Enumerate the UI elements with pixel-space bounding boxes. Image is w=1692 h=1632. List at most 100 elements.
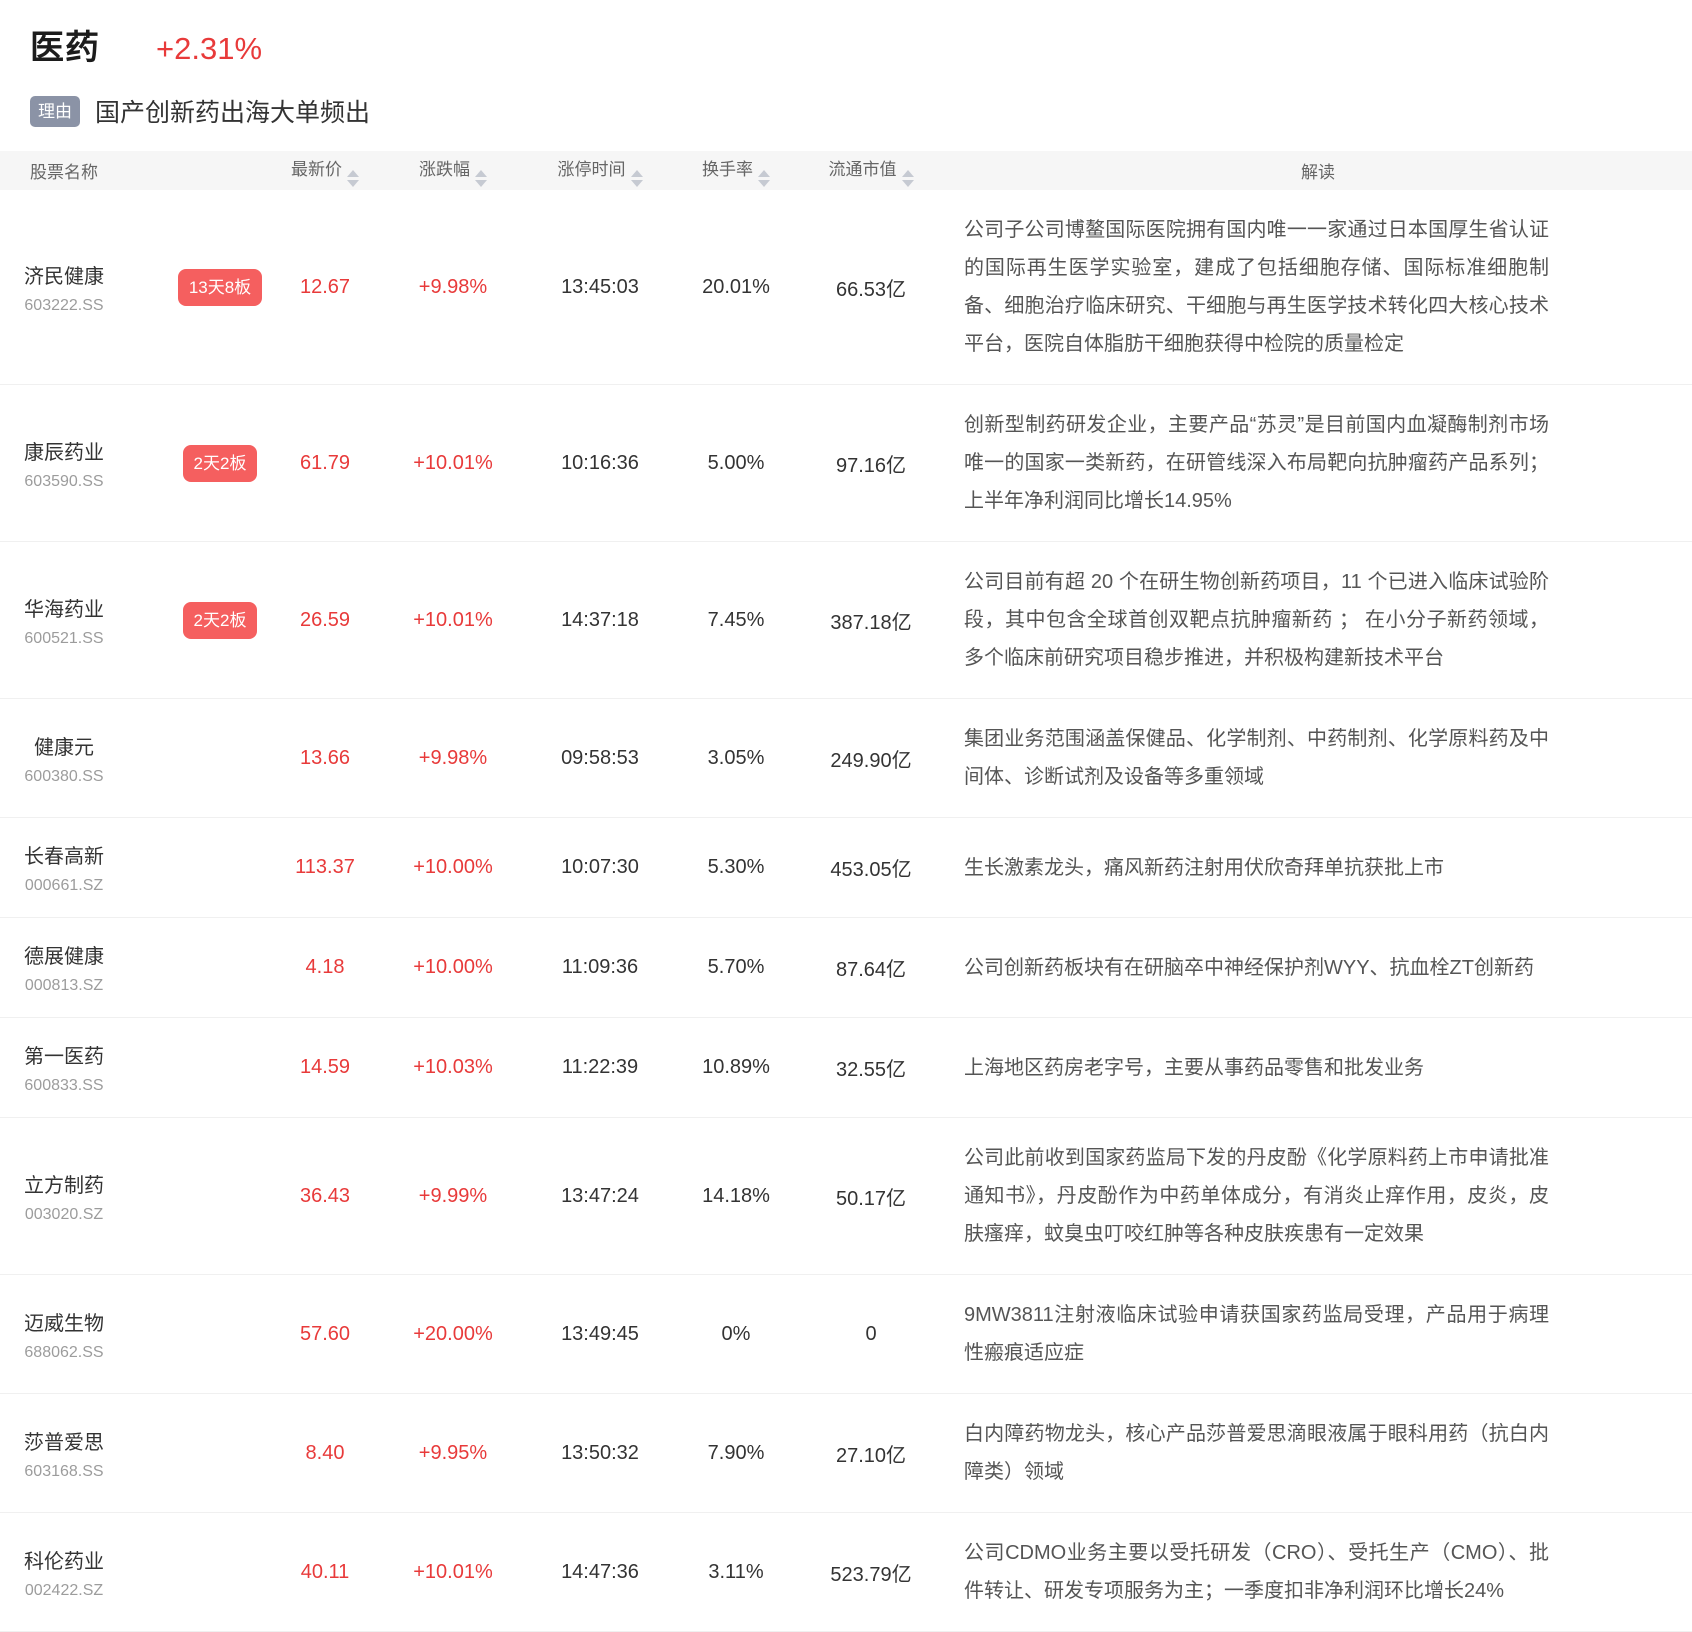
- latest-price: 13.66: [270, 747, 380, 770]
- table-row[interactable]: 第一医药600833.SS 14.59 +10.03% 11:22:39 10.…: [0, 1018, 1692, 1118]
- latest-price: 61.79: [270, 452, 380, 475]
- interpretation: 公司创新药板块有在研脑卒中神经保护剂WYY、抗血栓ZT创新药: [964, 949, 1549, 987]
- market-cap: 0: [798, 1323, 944, 1346]
- change-percent: +10.00%: [380, 956, 526, 979]
- sector-title: 医药: [30, 20, 100, 69]
- limit-up-badge: 13天8板: [178, 269, 262, 306]
- sort-icon[interactable]: [475, 170, 487, 187]
- limit-up-badge-cell: 2天2板: [170, 602, 270, 639]
- stock-table-body: 济民健康603222.SS 13天8板 12.67 +9.98% 13:45:0…: [0, 190, 1692, 1632]
- latest-price: 14.59: [270, 1056, 380, 1079]
- stock-name-cell: 德展健康 000813.SZ: [0, 940, 170, 995]
- table-row[interactable]: 立方制药003020.SZ 36.43 +9.99% 13:47:24 14.1…: [0, 1118, 1692, 1275]
- limit-up-time: 13:47:24: [526, 1185, 674, 1208]
- stock-name[interactable]: 科伦药业: [24, 1545, 104, 1574]
- stock-name-cell: 济民健康603222.SS: [0, 260, 170, 315]
- stock-name[interactable]: 德展健康: [24, 940, 104, 969]
- table-row[interactable]: 迈威生物688062.SS 57.60 +20.00% 13:49:45 0% …: [0, 1275, 1692, 1394]
- change-percent: +10.01%: [380, 452, 526, 475]
- stock-name[interactable]: 康辰药业: [24, 436, 104, 465]
- sort-icon[interactable]: [902, 170, 914, 187]
- interpretation: 上海地区药房老字号，主要从事药品零售和批发业务: [964, 1049, 1549, 1087]
- latest-price: 26.59: [270, 609, 380, 632]
- column-header-market-cap[interactable]: 流通市值: [798, 155, 944, 187]
- column-header-limit-up-time[interactable]: 涨停时间: [526, 155, 674, 187]
- table-row[interactable]: 科伦药业002422.SZ 40.11 +10.01% 14:47:36 3.1…: [0, 1513, 1692, 1632]
- sort-icon[interactable]: [758, 170, 770, 187]
- turnover-rate: 3.11%: [674, 1561, 798, 1584]
- interpretation: 公司CDMO业务主要以受托研发（CRO）、受托生产（CMO）、批件转让、研发专项…: [964, 1534, 1549, 1610]
- interpretation: 创新型制药研发企业，主要产品“苏灵”是目前国内血凝酶制剂市场唯一的国家一类新药，…: [964, 406, 1549, 520]
- change-percent: +10.01%: [380, 1561, 526, 1584]
- interpretation: 集团业务范围涵盖保健品、化学制剂、中药制剂、化学原料药及中间体、诊断试剂及设备等…: [964, 720, 1549, 796]
- stock-name[interactable]: 莎普爱思: [24, 1426, 104, 1455]
- table-row[interactable]: 健康元600380.SS 13.66 +9.98% 09:58:53 3.05%…: [0, 699, 1692, 818]
- interpretation: 9MW3811注射液临床试验申请获国家药监局受理，产品用于病理性瘢痕适应症: [964, 1296, 1549, 1372]
- market-cap: 523.79亿: [798, 1558, 944, 1587]
- latest-price: 40.11: [270, 1561, 380, 1584]
- title-line: 医药 +2.31%: [30, 20, 1692, 69]
- change-percent: +9.98%: [380, 276, 526, 299]
- column-header-interpretation: 解读: [944, 158, 1692, 183]
- limit-up-badge: 2天2板: [183, 602, 258, 639]
- table-row[interactable]: 济民健康603222.SS 13天8板 12.67 +9.98% 13:45:0…: [0, 190, 1692, 385]
- turnover-rate: 5.00%: [674, 452, 798, 475]
- stock-name[interactable]: 迈威生物: [24, 1307, 104, 1336]
- stock-name[interactable]: 长春高新: [24, 840, 104, 869]
- column-header-change[interactable]: 涨跌幅: [380, 155, 526, 187]
- interpretation-cell: 白内障药物龙头，核心产品莎普爱思滴眼液属于眼科用药（抗白内障类）领域: [944, 1415, 1692, 1491]
- reason-badge: 理由: [30, 96, 80, 127]
- change-percent: +9.99%: [380, 1185, 526, 1208]
- market-cap: 50.17亿: [798, 1182, 944, 1211]
- stock-name-cell: 华海药业600521.SS: [0, 593, 170, 648]
- turnover-rate: 20.01%: [674, 276, 798, 299]
- market-cap: 97.16亿: [798, 449, 944, 478]
- table-row[interactable]: 华海药业600521.SS 2天2板 26.59 +10.01% 14:37:1…: [0, 542, 1692, 699]
- turnover-rate: 14.18%: [674, 1185, 798, 1208]
- stock-code: 603590.SS: [24, 473, 103, 491]
- limit-up-time: 13:45:03: [526, 276, 674, 299]
- interpretation-cell: 公司目前有超 20 个在研生物创新药项目，11 个已进入临床试验阶段，其中包含全…: [944, 563, 1692, 677]
- limit-up-time: 10:16:36: [526, 452, 674, 475]
- latest-price: 8.40: [270, 1442, 380, 1465]
- reason-line: 理由 国产创新药出海大单频出: [30, 93, 1692, 129]
- table-row[interactable]: 长春高新000661.SZ 113.37 +10.00% 10:07:30 5.…: [0, 818, 1692, 918]
- stock-name[interactable]: 济民健康: [24, 260, 104, 289]
- market-cap: 87.64亿: [798, 953, 944, 982]
- stock-name[interactable]: 第一医药: [24, 1040, 104, 1069]
- sort-icon[interactable]: [631, 170, 643, 187]
- latest-price: 12.67: [270, 276, 380, 299]
- stock-name[interactable]: 立方制药: [24, 1169, 104, 1198]
- stock-name-cell: 科伦药业002422.SZ: [0, 1545, 170, 1600]
- latest-price: 36.43: [270, 1185, 380, 1208]
- interpretation-cell: 生长激素龙头，痛风新药注射用伏欣奇拜单抗获批上市: [944, 849, 1692, 887]
- interpretation-cell: 公司CDMO业务主要以受托研发（CRO）、受托生产（CMO）、批件转让、研发专项…: [944, 1534, 1692, 1610]
- stock-code: 000813.SZ: [25, 977, 103, 995]
- stock-name-cell: 立方制药003020.SZ: [0, 1169, 170, 1224]
- change-percent: +9.95%: [380, 1442, 526, 1465]
- sort-icon[interactable]: [347, 170, 359, 187]
- column-header-turnover-label: 换手率: [702, 160, 753, 179]
- column-header-change-label: 涨跌幅: [419, 160, 470, 179]
- limit-up-time: 13:50:32: [526, 1442, 674, 1465]
- table-header: 股票名称 最新价 涨跌幅 涨停时间 换手率 流通市值 解读: [0, 151, 1692, 190]
- column-header-limit-up-time-label: 涨停时间: [558, 160, 626, 179]
- table-row[interactable]: 莎普爱思603168.SS 8.40 +9.95% 13:50:32 7.90%…: [0, 1394, 1692, 1513]
- interpretation: 白内障药物龙头，核心产品莎普爱思滴眼液属于眼科用药（抗白内障类）领域: [964, 1415, 1549, 1491]
- latest-price: 57.60: [270, 1323, 380, 1346]
- turnover-rate: 0%: [674, 1323, 798, 1346]
- market-cap: 32.55亿: [798, 1053, 944, 1082]
- limit-up-time: 13:49:45: [526, 1323, 674, 1346]
- table-row[interactable]: 德展健康000813.SZ 4.18 +10.00% 11:09:36 5.70…: [0, 918, 1692, 1018]
- interpretation-cell: 上海地区药房老字号，主要从事药品零售和批发业务: [944, 1049, 1692, 1087]
- interpretation-cell: 公司创新药板块有在研脑卒中神经保护剂WYY、抗血栓ZT创新药: [944, 949, 1692, 987]
- table-row[interactable]: 康辰药业603590.SS 2天2板 61.79 +10.01% 10:16:3…: [0, 385, 1692, 542]
- stock-name[interactable]: 健康元: [34, 731, 94, 760]
- stock-name[interactable]: 华海药业: [24, 593, 104, 622]
- stock-code: 000661.SZ: [25, 877, 103, 895]
- column-header-market-cap-label: 流通市值: [829, 160, 897, 179]
- column-header-turnover[interactable]: 换手率: [674, 155, 798, 187]
- column-header-price[interactable]: 最新价: [270, 155, 380, 187]
- limit-up-badge-cell: 13天8板: [170, 269, 270, 306]
- reason-text: 国产创新药出海大单频出: [95, 93, 370, 129]
